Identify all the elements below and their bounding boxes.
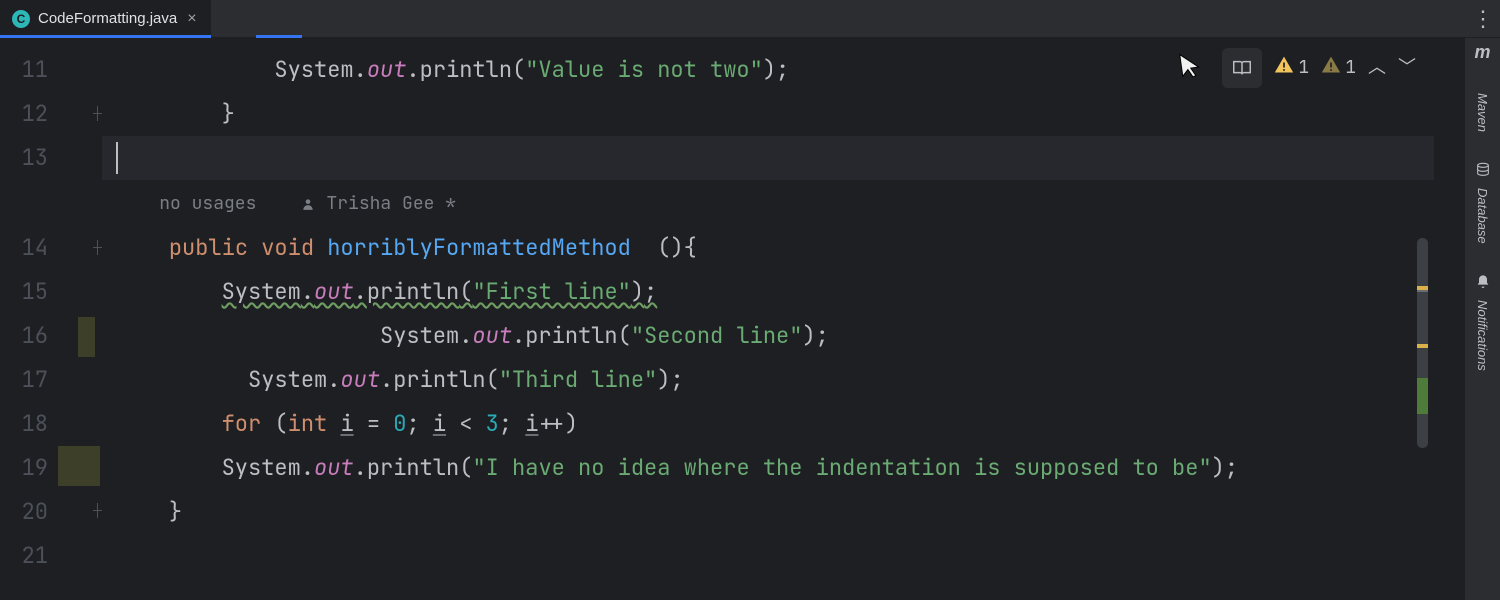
sidebar-label: Notifications bbox=[1475, 300, 1490, 371]
inlay-hints-row: no usages Trisha Gee * bbox=[116, 184, 456, 228]
editor-main-area: 11 12 13 14 15 16 17 18 19 20 21 System.… bbox=[0, 38, 1500, 600]
weak-warning-indicator[interactable]: 1 bbox=[1321, 46, 1356, 90]
scrollbar-warning-mark[interactable] bbox=[1417, 344, 1428, 348]
tab-filename: CodeFormatting.java bbox=[38, 10, 177, 27]
vcs-change-mark[interactable] bbox=[78, 317, 95, 357]
line-number: 13 bbox=[0, 136, 48, 180]
sidebar-item-maven-label[interactable]: Maven bbox=[1475, 93, 1490, 132]
code-line: System.out.println("Second line"); bbox=[116, 314, 829, 358]
author-icon bbox=[300, 196, 316, 212]
line-number: 16 bbox=[0, 314, 48, 358]
sidebar-label: Database bbox=[1475, 188, 1490, 244]
bell-icon bbox=[1475, 274, 1491, 294]
mouse-cursor-icon bbox=[1177, 47, 1207, 94]
text-caret bbox=[116, 142, 118, 174]
problems-overlay: 1 1 ︿ ﹀ bbox=[1222, 46, 1416, 90]
sidebar-item-notifications[interactable]: Notifications bbox=[1475, 274, 1491, 371]
sidebar-item-maven[interactable]: m bbox=[1474, 42, 1490, 63]
code-line: System.out.println("Value is not two"); bbox=[116, 48, 789, 92]
warning-indicator[interactable]: 1 bbox=[1274, 46, 1309, 90]
reader-mode-icon[interactable] bbox=[1222, 48, 1262, 88]
more-actions-icon[interactable]: ⋮ bbox=[1466, 6, 1500, 32]
sidebar-label: Maven bbox=[1475, 93, 1490, 132]
code-line: } bbox=[116, 92, 235, 136]
scrollbar-thumb[interactable] bbox=[1417, 238, 1428, 448]
prev-highlight-icon[interactable]: ︿ bbox=[1368, 46, 1386, 90]
editor-tab-codeformatting[interactable]: C CodeFormatting.java × bbox=[0, 0, 211, 37]
editor-surface[interactable]: System.out.println("Value is not two"); … bbox=[102, 38, 1464, 600]
inlay-usages[interactable]: no usages bbox=[159, 192, 256, 215]
vcs-change-mark[interactable] bbox=[58, 446, 100, 486]
code-line: System.out.println("Third line"); bbox=[116, 358, 684, 402]
editor-scrollbar[interactable] bbox=[1417, 38, 1428, 600]
code-line: for (int i = 0; i < 3; i++) bbox=[116, 402, 578, 446]
weak-warning-count: 1 bbox=[1345, 46, 1356, 90]
close-tab-icon[interactable]: × bbox=[185, 10, 198, 28]
scrollbar-caret-mark bbox=[1417, 290, 1428, 292]
warning-triangle-icon bbox=[1274, 46, 1294, 90]
java-class-icon: C bbox=[12, 10, 30, 28]
line-number: 11 bbox=[0, 48, 48, 92]
scrollbar-change-mark[interactable] bbox=[1417, 378, 1428, 414]
line-number: 21 bbox=[0, 534, 48, 578]
database-icon bbox=[1475, 162, 1491, 182]
maven-icon: m bbox=[1474, 42, 1490, 63]
caret-row-highlight bbox=[102, 136, 1434, 180]
line-number: 14 bbox=[0, 226, 48, 270]
sidebar-item-database[interactable]: Database bbox=[1475, 162, 1491, 244]
line-number: 20 bbox=[0, 490, 48, 534]
line-number: 12 bbox=[0, 92, 48, 136]
right-tool-sidebar: m Maven Database Notifications bbox=[1464, 38, 1500, 600]
warning-count: 1 bbox=[1298, 46, 1309, 90]
next-highlight-icon[interactable]: ﹀ bbox=[1398, 46, 1416, 90]
line-number: 15 bbox=[0, 270, 48, 314]
editor-tab-bar: C CodeFormatting.java × ⋮ bbox=[0, 0, 1500, 38]
editor-gutter: 11 12 13 14 15 16 17 18 19 20 21 bbox=[0, 38, 102, 600]
code-line: } bbox=[116, 490, 182, 534]
inlay-author[interactable]: Trisha Gee * bbox=[326, 192, 456, 215]
code-line: public void horriblyFormattedMethod (){ bbox=[116, 226, 697, 270]
line-number: 18 bbox=[0, 402, 48, 446]
line-number: 19 bbox=[0, 446, 48, 490]
line-number: 17 bbox=[0, 358, 48, 402]
code-line: System.out.println("I have no idea where… bbox=[116, 446, 1238, 490]
code-line: System.out.println("First line"); bbox=[116, 270, 657, 314]
weak-warning-triangle-icon bbox=[1321, 46, 1341, 90]
